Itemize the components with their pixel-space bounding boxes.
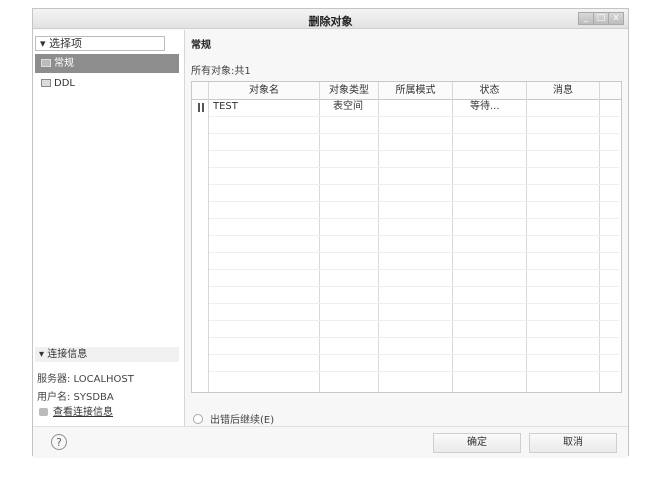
window-controls: _ □ x <box>578 12 624 25</box>
row-divider <box>209 235 619 236</box>
column-header-name[interactable]: 对象名 <box>209 82 319 99</box>
object-summary: 所有对象:共1 <box>191 66 251 77</box>
nav-item-label: DDL <box>54 78 75 89</box>
page-icon <box>41 79 51 87</box>
row-selector-icon <box>198 103 204 112</box>
continue-on-error-option[interactable]: 出错后继续(E) <box>193 411 274 426</box>
ok-button[interactable]: 确定 <box>433 433 521 453</box>
delete-objects-dialog: 删除对象 _ □ x ▾ 选择项 常规 DDL ▾ 连接信息 服务器: LOCA… <box>32 8 629 458</box>
row-divider <box>209 303 619 304</box>
button-bar: ? 确定 取消 <box>33 426 628 458</box>
nav-item-general[interactable]: 常规 <box>35 54 179 73</box>
server-info: 服务器: LOCALHOST <box>37 374 134 385</box>
column-divider <box>526 82 527 392</box>
view-connection-label: 查看连接信息 <box>53 407 113 418</box>
user-info: 用户名: SYSDBA <box>37 392 114 403</box>
column-header-type[interactable]: 对象类型 <box>320 82 378 99</box>
row-divider <box>209 116 619 117</box>
view-connection-link[interactable]: 查看连接信息 <box>39 403 113 418</box>
page-icon <box>41 59 51 67</box>
row-divider <box>209 371 619 372</box>
nav-item-label: 常规 <box>54 58 74 69</box>
nav-item-ddl[interactable]: DDL <box>35 74 179 93</box>
connection-icon <box>39 408 48 416</box>
close-button[interactable]: x <box>608 12 624 25</box>
cell-status: 等待... <box>470 101 500 112</box>
continue-on-error-label: 出错后继续(E) <box>210 415 275 426</box>
column-divider <box>319 82 320 392</box>
help-icon[interactable]: ? <box>51 434 67 450</box>
row-divider <box>209 133 619 134</box>
options-label: 选择项 <box>49 37 83 50</box>
row-divider <box>209 184 619 185</box>
column-divider <box>208 82 209 392</box>
chevron-down-icon: ▾ <box>40 37 50 50</box>
connection-section-header[interactable]: ▾ 连接信息 <box>35 347 179 362</box>
row-divider <box>209 252 619 253</box>
row-divider <box>209 218 619 219</box>
minimize-button[interactable]: _ <box>578 12 594 25</box>
row-divider <box>209 337 619 338</box>
row-divider <box>209 269 619 270</box>
column-divider <box>378 82 379 392</box>
row-divider <box>209 286 619 287</box>
title-bar: 删除对象 _ □ x <box>33 9 628 29</box>
cancel-button[interactable]: 取消 <box>529 433 617 453</box>
row-divider <box>209 354 619 355</box>
section-title: 常规 <box>191 40 211 51</box>
cell-object-name: TEST <box>213 101 238 112</box>
cell-object-type: 表空间 <box>333 101 363 112</box>
objects-table: 对象名 对象类型 所属模式 状态 消息 TEST 表空间 等待... <box>191 81 622 393</box>
column-header-status[interactable]: 状态 <box>453 82 526 99</box>
options-section-header[interactable]: ▾ 选择项 <box>35 36 165 51</box>
dialog-title: 删除对象 <box>308 15 353 28</box>
left-panel: ▾ 选择项 常规 DDL ▾ 连接信息 服务器: LOCALHOST 用户名: … <box>33 30 185 426</box>
row-divider <box>209 201 619 202</box>
maximize-button[interactable]: □ <box>593 12 609 25</box>
table-header: 对象名 对象类型 所属模式 状态 消息 <box>192 82 621 100</box>
right-panel: 常规 所有对象:共1 对象名 对象类型 所属模式 状态 消息 TEST 表空间 … <box>186 30 629 426</box>
column-divider <box>452 82 453 392</box>
continue-on-error-checkbox[interactable] <box>193 413 203 424</box>
chevron-down-icon: ▾ <box>39 349 48 360</box>
column-header-message[interactable]: 消息 <box>527 82 599 99</box>
row-divider <box>209 150 619 151</box>
row-divider <box>209 320 619 321</box>
connection-heading: 连接信息 <box>47 349 88 360</box>
column-divider <box>599 82 600 392</box>
column-header-schema[interactable]: 所属模式 <box>379 82 452 99</box>
row-divider <box>209 167 619 168</box>
table-row[interactable]: TEST 表空间 等待... <box>192 99 621 116</box>
